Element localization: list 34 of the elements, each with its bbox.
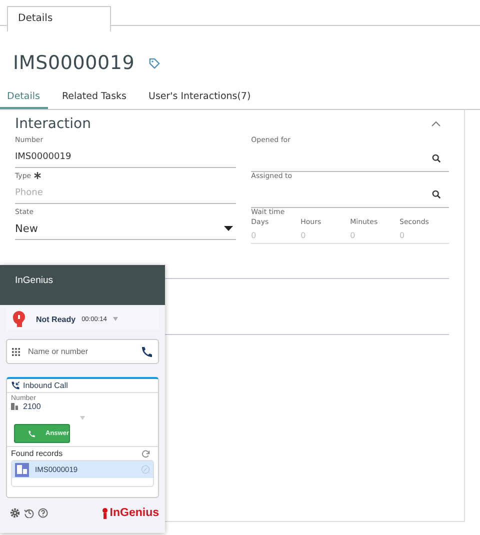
dial-field[interactable]: Name or number bbox=[6, 339, 159, 364]
section-title: Interaction bbox=[15, 116, 91, 132]
section-tab[interactable]: Details bbox=[0, 87, 48, 109]
call-title: Inbound Call bbox=[23, 381, 68, 390]
collapse-icon[interactable] bbox=[431, 121, 441, 127]
widget-title: InGenius bbox=[15, 275, 54, 286]
record-title: IMS0000019 bbox=[13, 52, 135, 74]
history-icon[interactable] bbox=[24, 508, 34, 518]
tag-icon[interactable] bbox=[148, 58, 160, 68]
building-icon bbox=[11, 403, 18, 410]
brand-name: InGenius bbox=[110, 507, 159, 519]
state-select[interactable]: New bbox=[15, 218, 236, 240]
help-icon[interactable] bbox=[38, 508, 48, 518]
settings-icon[interactable] bbox=[10, 508, 20, 518]
dropdown-icon[interactable] bbox=[224, 226, 234, 231]
search-icon[interactable] bbox=[432, 154, 441, 163]
dialpad-icon[interactable] bbox=[12, 348, 20, 356]
page-tab[interactable]: Details bbox=[7, 6, 111, 32]
dial-input[interactable]: Name or number bbox=[26, 346, 135, 357]
refresh-icon[interactable] bbox=[142, 450, 150, 458]
caller-number: 2100 bbox=[23, 402, 41, 411]
input-field[interactable]: IMS0000019 bbox=[15, 146, 236, 168]
phone-icon[interactable] bbox=[141, 346, 153, 358]
phone-icon bbox=[28, 428, 36, 438]
search-icon[interactable] bbox=[432, 190, 441, 199]
agent-status-icon bbox=[13, 311, 25, 327]
section-tab[interactable]: Related Tasks bbox=[54, 87, 134, 109]
incoming-call-icon bbox=[11, 381, 20, 390]
required-icon bbox=[34, 172, 42, 179]
status-label[interactable]: Not Ready bbox=[36, 314, 76, 324]
record-icon bbox=[15, 462, 29, 476]
section-tab[interactable]: User's Interactions(7) bbox=[140, 87, 259, 109]
found-records-label: Found records bbox=[11, 449, 63, 458]
logo-icon bbox=[102, 508, 108, 518]
